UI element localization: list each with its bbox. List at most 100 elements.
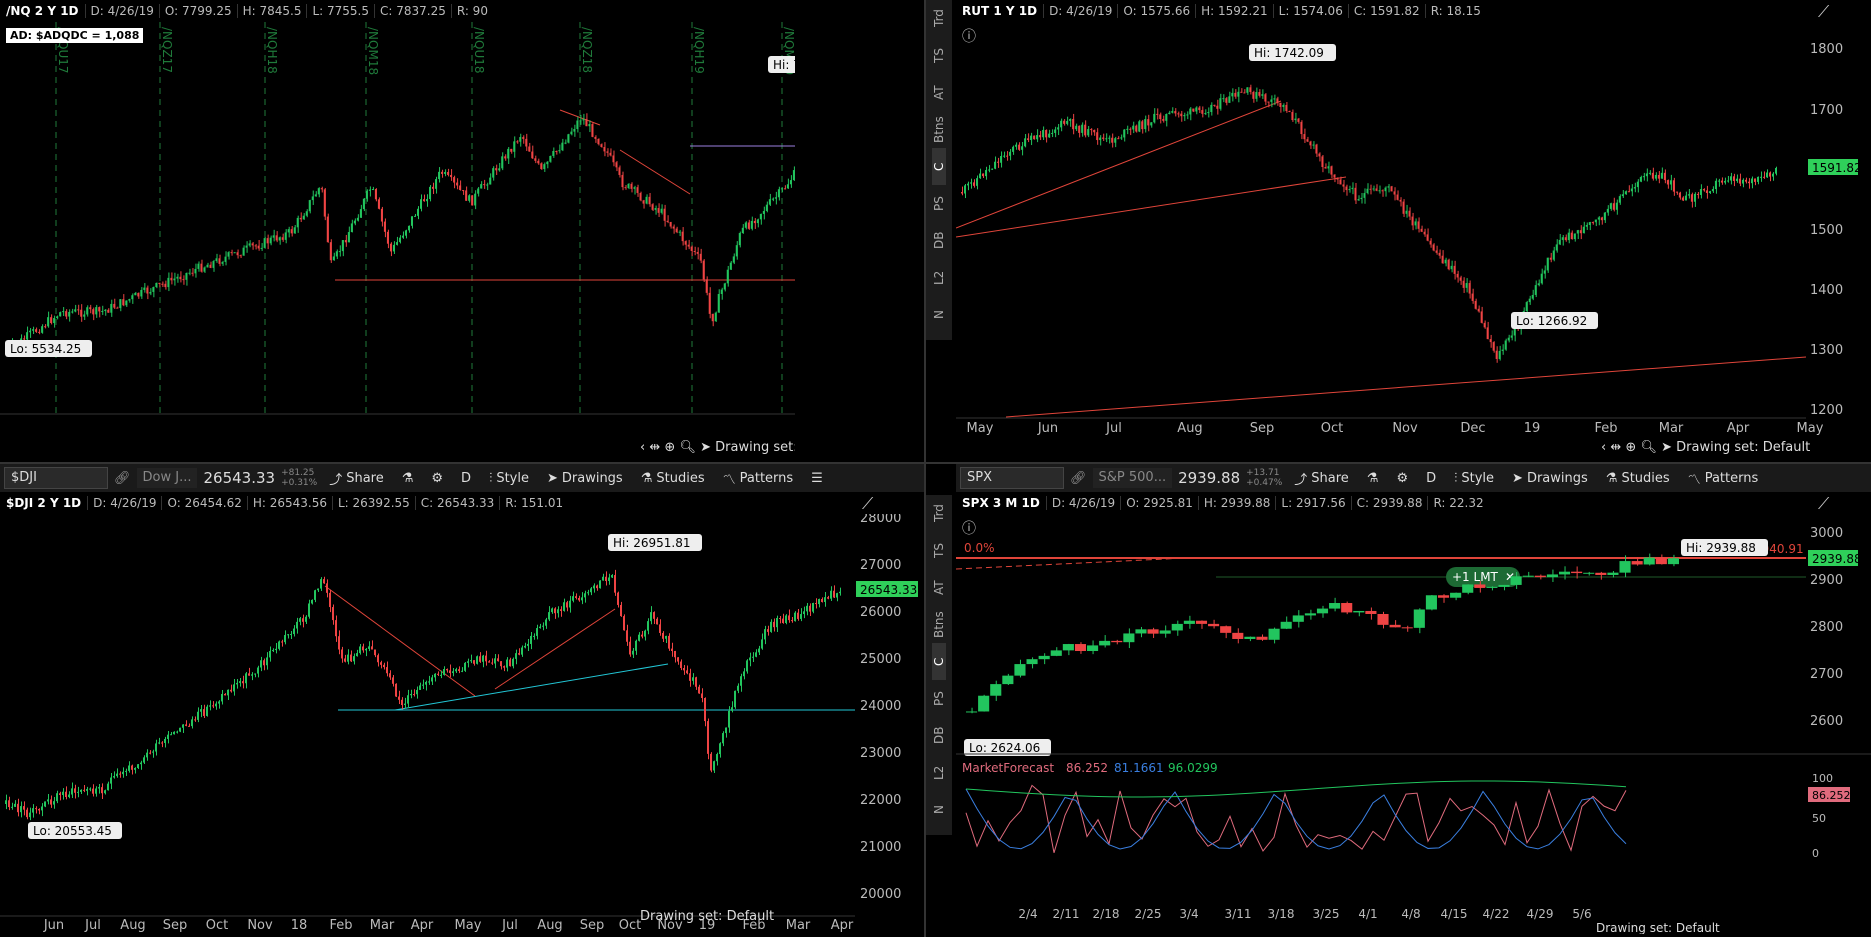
tab-db[interactable]: DB [932, 222, 946, 259]
dji-candle-body [587, 592, 589, 594]
spx-symbol-input[interactable]: SPX [960, 467, 1064, 489]
tab-ts-2[interactable]: TS [932, 532, 946, 569]
dji-toolbar: $DJI 🔗︎ Dow J... 26543.33 +81.25 +0.31% … [0, 464, 926, 492]
tab-c-2[interactable]: C [932, 643, 946, 680]
horizontal-divider[interactable] [0, 462, 1871, 464]
tab-at[interactable]: AT [932, 74, 946, 111]
spx-studies-button[interactable]: ⚗ Studies [1600, 471, 1676, 486]
rut-crosshair-icon[interactable]: ⊕ [1625, 440, 1636, 455]
rut-expand-icon[interactable]: ⇹ [1610, 440, 1621, 455]
dji-candle-body [518, 653, 520, 655]
nq-scroll-left-icon[interactable]: ‹ [640, 440, 645, 455]
rut-candle [1693, 192, 1696, 207]
tab-trd[interactable]: Trd [932, 0, 946, 37]
link-icon-2[interactable]: 🔗︎ [1070, 471, 1087, 486]
dji-symbol-input[interactable]: $DJI [4, 467, 108, 489]
nq-candle [329, 239, 332, 263]
nq-candle [729, 260, 732, 270]
nq-candle [74, 304, 77, 313]
dji-draw-icon[interactable]: ⟋ [862, 494, 873, 514]
nq-candle [486, 182, 489, 191]
spx-style-button[interactable]: ⫶ Style [1448, 471, 1500, 486]
dji-candle-body [80, 789, 82, 792]
spx-flask-button[interactable]: ⚗ [1361, 471, 1385, 486]
tab-db-2[interactable]: DB [932, 717, 946, 754]
tab-trd-2[interactable]: Trd [932, 495, 946, 532]
last-price-label: 2939.88 [1812, 552, 1862, 566]
dji-patterns-button[interactable]: 〽 Patterns [717, 469, 800, 488]
rut-candle-body [1444, 259, 1447, 264]
nq-crosshair-icon[interactable]: ⊕ [664, 440, 675, 455]
nq-candle [65, 309, 68, 320]
dji-candle-body [494, 658, 496, 664]
spx-draw-icon[interactable]: ⟋ [1818, 494, 1829, 514]
dji-flask-button[interactable]: ⚗ [396, 471, 420, 486]
link-icon[interactable]: 🔗︎ [114, 471, 131, 486]
tab-l2[interactable]: L2 [932, 259, 946, 296]
rut-draw-icon[interactable]: ⟋ [1818, 2, 1829, 22]
nq-candle [477, 186, 480, 197]
spx-patterns-button[interactable]: 〽 Patterns [1682, 469, 1765, 488]
spx-timeframe-button[interactable]: D [1420, 471, 1442, 486]
rut-price-chart[interactable]: 1800170016001500140013001200MayJunJulAug… [956, 22, 1871, 437]
spx-share-button[interactable]: ⤴ Share [1288, 469, 1355, 488]
nq-expand-icon[interactable]: ⇹ [649, 440, 660, 455]
rut-candle [1474, 298, 1477, 310]
rut-zoom-icon[interactable]: 🔍︎ [1640, 440, 1657, 455]
nq-pointer-icon[interactable]: ➤ [700, 440, 711, 455]
nq-candle [98, 306, 101, 318]
nq-drawing-set[interactable]: Drawing set: Default [715, 440, 795, 455]
tab-n-2[interactable]: N [932, 791, 946, 828]
tab-ps[interactable]: PS [932, 185, 946, 222]
tab-c[interactable]: C [932, 148, 946, 185]
rut-drawing-set[interactable]: Drawing set: Default [1676, 440, 1810, 455]
dji-price-chart[interactable]: 2800027000260002500024000230002200021000… [0, 514, 926, 934]
dji-candle-body [179, 727, 181, 732]
dji-timeframe-button[interactable]: D [455, 471, 477, 486]
nq-candle-body [678, 231, 681, 233]
tab-l2-2[interactable]: L2 [932, 754, 946, 791]
rut-candle-body [1414, 221, 1417, 226]
dji-patterns-label: Patterns [739, 470, 794, 486]
nq-candle [212, 259, 215, 272]
nq-candle-body [371, 189, 374, 191]
dji-menu-button[interactable]: ☰ [805, 471, 829, 486]
tab-at-2[interactable]: AT [932, 569, 946, 606]
dji-settings-button[interactable]: ⚙ [425, 471, 449, 486]
dji-share-button[interactable]: ⤴ Share [323, 469, 390, 488]
nq-candle [480, 181, 483, 189]
dji-candle-body [635, 640, 637, 651]
dji-candle-body [89, 788, 91, 790]
tab-btns[interactable]: Btns [932, 111, 946, 148]
nq-candle [594, 135, 597, 143]
dji-candle [620, 601, 622, 617]
rut-candle-body [1315, 144, 1318, 154]
dji-candle-body [524, 645, 526, 648]
spx-candle-body [1062, 644, 1074, 651]
dji-candle-body [44, 801, 46, 807]
rut-pointer-icon[interactable]: ➤ [1661, 440, 1672, 455]
x-tick-label: May [967, 421, 994, 436]
tab-btns-2[interactable]: Btns [932, 606, 946, 643]
spx-drawings-button[interactable]: ➤ Drawings [1506, 471, 1594, 486]
nq-price-chart[interactable]: /NQU17/NQZ17/NQH18/NQM18/NQU18/NQZ18/NQH… [0, 22, 795, 417]
bottom-side-tabs: Trd TS AT Btns C PS DB L2 N [926, 495, 952, 835]
dji-candle-body [299, 618, 301, 622]
nq-zoom-icon[interactable]: 🔍︎ [679, 440, 696, 455]
spx-price-chart[interactable]: 300029002800270026000.0% 2940.91+1 LMT ✕29… [956, 514, 1871, 934]
dji-style-button[interactable]: ⫶ Style [483, 471, 535, 486]
dji-candle [38, 808, 40, 815]
tab-n[interactable]: N [932, 296, 946, 333]
menu-icon: ☰ [811, 470, 823, 486]
rut-candle [1069, 118, 1072, 127]
dji-candle-body [545, 619, 547, 626]
vertical-divider[interactable] [924, 0, 926, 937]
rut-scroll-left-icon[interactable]: ‹ [1601, 440, 1606, 455]
nq-candle-body [320, 188, 323, 190]
tab-ts[interactable]: TS [932, 37, 946, 74]
tab-ps-2[interactable]: PS [932, 680, 946, 717]
dji-drawings-button[interactable]: ➤ Drawings [541, 471, 629, 486]
nq-candle [263, 236, 266, 249]
spx-settings-button[interactable]: ⚙ [1390, 471, 1414, 486]
dji-studies-button[interactable]: ⚗ Studies [635, 471, 711, 486]
